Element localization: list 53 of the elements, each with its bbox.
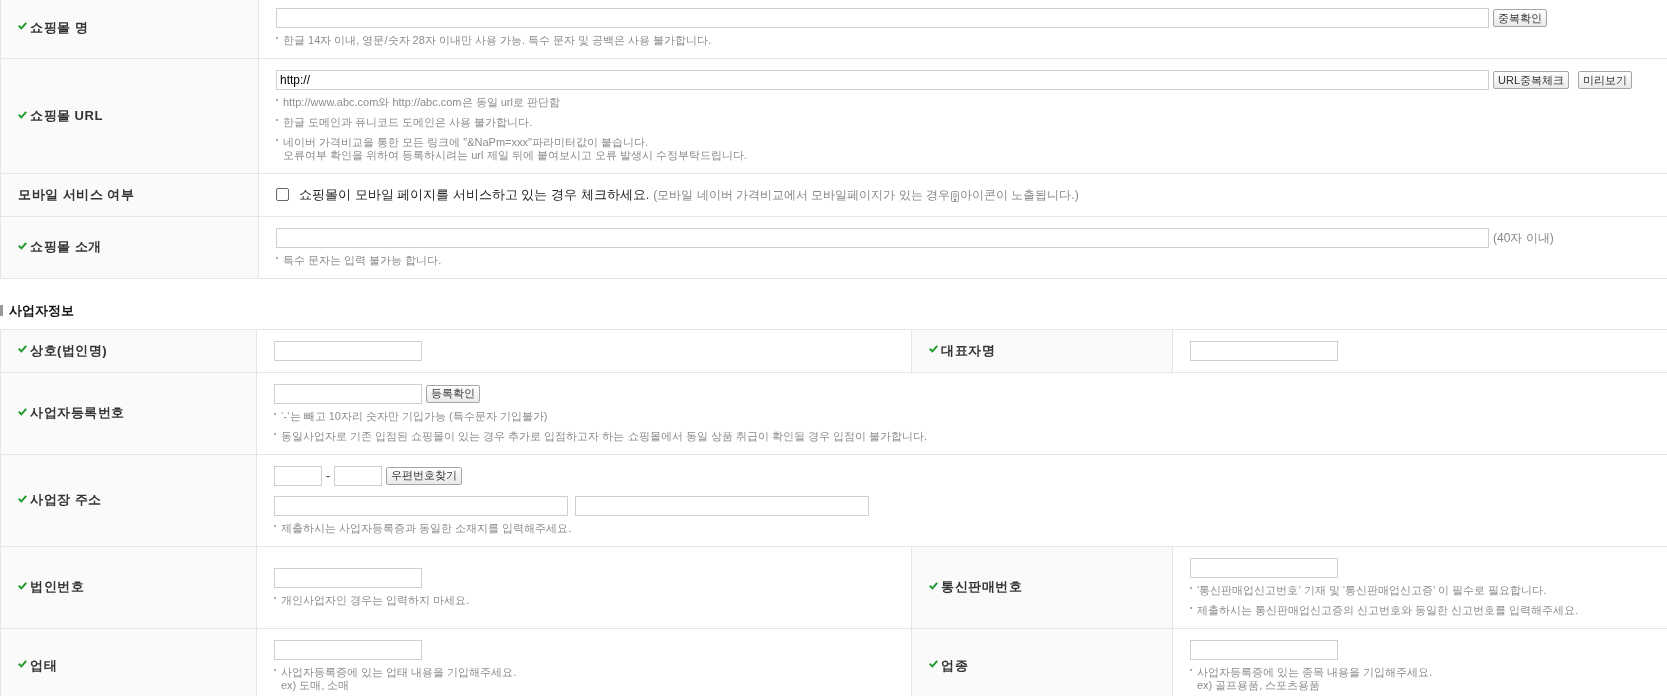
- phone-icon: [950, 190, 959, 202]
- hint-text: http://www.abc.com와 http://abc.com은 동일 url로 판단함: [283, 96, 560, 109]
- text-field[interactable]: [1190, 340, 1338, 361]
- field-label: 모바일 서비스 여부: [18, 186, 135, 204]
- zip-code-field[interactable]: [274, 465, 322, 486]
- title-bar-icon: [0, 305, 3, 316]
- hint-text: 특수 문자는 입력 불가능 합니다.: [283, 253, 442, 267]
- field-label: 쇼핑몰 명: [30, 18, 89, 37]
- text-field[interactable]: http://: [276, 70, 1489, 90]
- hint-text: 동일사업자로 기존 입점된 쇼핑몰이 있는 경우 추가로 입점하고자 하는 쇼핑몰에서 동일 상품 취급이 확인될 경우 입점이 불가합니다.: [281, 429, 927, 443]
- field-label: 업태: [30, 656, 57, 675]
- text-field[interactable]: [1190, 557, 1338, 578]
- text-field[interactable]: [276, 8, 1489, 28]
- field-label: 대표자명: [941, 341, 995, 360]
- hint-text: 제출하시는 사업자등록증과 동일한 소재지를 입력해주세요.: [281, 521, 572, 535]
- hint-text: 개인사업자인 경우는 입력하지 마세요.: [281, 593, 470, 607]
- checkbox-label: 쇼핑몰이 모바일 페이지를 서비스하고 있는 경우 체크하세요.: [299, 186, 650, 204]
- action-button[interactable]: 등록확인: [426, 384, 480, 403]
- field-label: 쇼핑몰 소개: [30, 238, 102, 257]
- action-button[interactable]: 중복확인: [1493, 9, 1547, 27]
- hint-text: 제출하시는 통신판매업신고증의 신고번호와 동일한 신고번호를 입력해주세요.: [1197, 603, 1579, 617]
- text-field[interactable]: [276, 227, 1489, 248]
- zip-code-field[interactable]: [334, 465, 382, 486]
- action-button[interactable]: 미리보기: [1578, 71, 1632, 89]
- field-label: 업종: [941, 656, 968, 675]
- hint-text: ‘-’는 빼고 10자리 숫자만 기입가능 (특수문자 기입불가): [281, 409, 548, 423]
- hint-text: 한글 14자 이내, 영문/숫자 28자 이내만 사용 가능. 특수 문자 및 공백은 사용 불가합니다.: [283, 34, 712, 47]
- text-field[interactable]: [274, 383, 422, 404]
- note-text: (40자 이내): [1493, 229, 1554, 247]
- field-label: 쇼핑몰 URL: [30, 107, 103, 126]
- separator-text: -: [326, 467, 330, 485]
- note-text: 아이콘이 노출됩니다.): [959, 186, 1079, 204]
- action-button[interactable]: URL중복체크: [1493, 71, 1569, 89]
- hint-text: 사업자등록증에 있는 업태 내용을 기입해주세요. ex) 도매, 소매: [281, 665, 517, 692]
- text-field[interactable]: [274, 567, 422, 588]
- checkbox[interactable]: [276, 188, 289, 202]
- hint-text: 한글 도메인과 퓨니코드 도메인은 사용 불가합니다.: [283, 116, 533, 129]
- note-text: (모바일 네이버 가격비교에서 모바일페이지가 있는 경우: [653, 186, 950, 204]
- hint-text: 사업자등록증에 있는 종목 내용을 기입해주세요. ex) 골프용품, 스포츠용품: [1197, 665, 1433, 692]
- field-label: 사업장 주소: [30, 491, 102, 510]
- field-label: 상호(법인명): [30, 341, 108, 360]
- hint-text: ‘통신판매업신고번호’ 기재 및 ‘통신판매업신고증’ 이 필수로 필요합니다.: [1197, 583, 1547, 597]
- text-field[interactable]: [274, 340, 422, 361]
- hint-text: 네이버 가격비교을 통한 모든 링크에 "&NaPm=xxx"파라미터값이 붙습니다. 오류여부 확인을 위하여 등록하시려는 url 제일 뒤에 붙여보시고 오류 발생시 수정부탁드립니다.: [283, 136, 747, 162]
- section-title: 사업자정보: [9, 301, 74, 320]
- action-button[interactable]: 우편번호찾기: [386, 466, 462, 485]
- field-label: 법인번호: [30, 578, 84, 597]
- field-label: 통신판매번호: [941, 578, 1022, 597]
- address-field[interactable]: [274, 495, 568, 516]
- field-label: 사업자등록번호: [30, 404, 125, 423]
- text-field[interactable]: [274, 639, 422, 660]
- text-field[interactable]: [1190, 639, 1338, 660]
- address-field[interactable]: [575, 495, 869, 516]
